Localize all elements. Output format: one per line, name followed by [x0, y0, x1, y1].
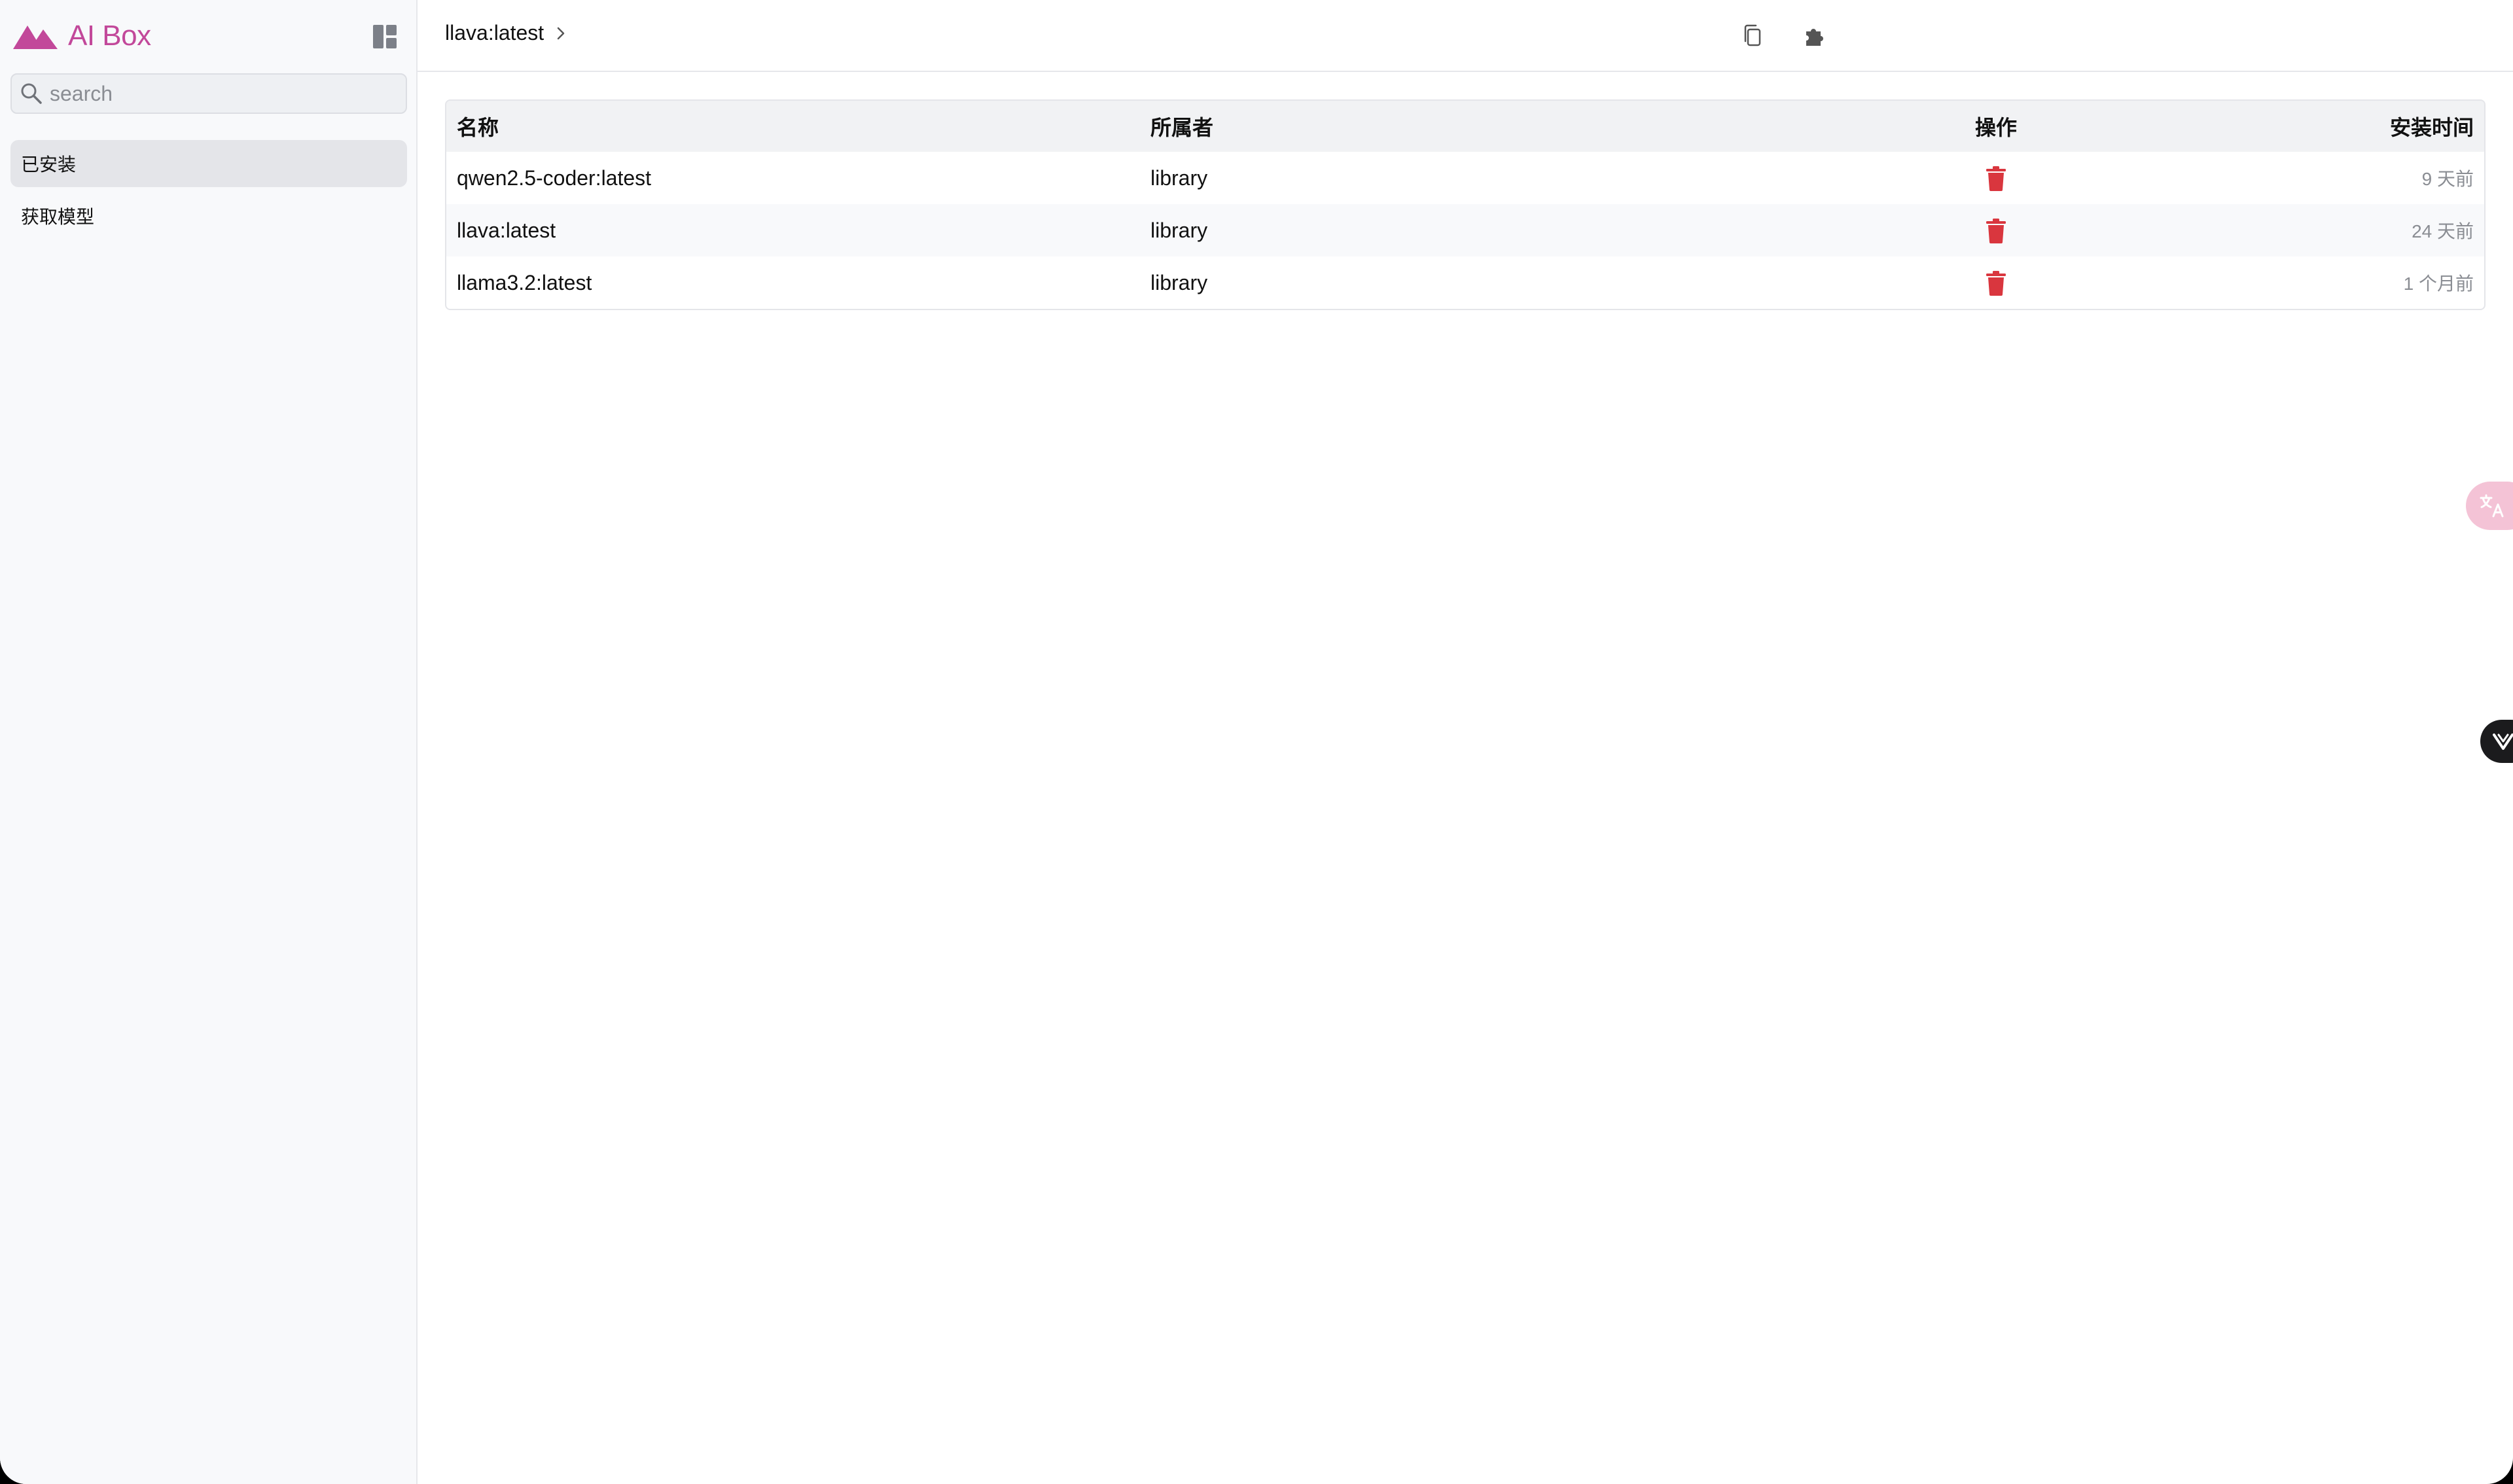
search-input[interactable] — [48, 80, 391, 107]
copy-icon[interactable] — [1739, 22, 1766, 48]
column-header-installed[interactable]: 安装时间 — [2072, 101, 2484, 152]
table-row[interactable]: qwen2.5-coder:latest library 9 天前 — [446, 152, 2484, 204]
floating-widget-button[interactable] — [2480, 720, 2513, 763]
model-name: llama3.2:latest — [457, 270, 592, 294]
install-time: 1 个月前 — [2403, 274, 2474, 294]
trash-icon[interactable] — [1986, 166, 2006, 191]
column-header-actions: 操作 — [1974, 116, 2017, 139]
model-owner: library — [1150, 270, 1208, 294]
sidebar-item-label: 已安装 — [21, 154, 77, 175]
actions-cell — [1920, 204, 2072, 256]
brand: AI Box — [13, 14, 151, 58]
translate-icon — [2480, 494, 2504, 518]
install-time: 24 天前 — [2412, 221, 2474, 241]
mountains-icon — [13, 26, 58, 49]
sidebar: AI Box 已安装 获取模型 — [0, 0, 418, 1484]
models-table: 名称 所属者 操作 安装时间 qwen2.5-coder:latest libr… — [445, 99, 2486, 310]
sidebar-item-get-models[interactable]: 获取模型 — [10, 192, 407, 239]
actions-cell — [1920, 152, 2072, 204]
topbar: llava:latest — [418, 0, 2513, 72]
table-header-row: 名称 所属者 操作 安装时间 — [446, 101, 2484, 152]
app-title: AI Box — [68, 20, 151, 52]
search-icon — [21, 83, 42, 104]
trash-icon[interactable] — [1986, 270, 2006, 296]
trash-icon[interactable] — [1986, 218, 2006, 243]
chevron-right-icon — [557, 27, 565, 39]
v-icon — [2493, 733, 2513, 750]
column-header-owner[interactable]: 所属者 — [1140, 101, 1920, 152]
breadcrumb-label: llava:latest — [445, 21, 544, 44]
translate-button[interactable] — [2466, 482, 2513, 530]
layout-panel-icon[interactable] — [372, 24, 398, 50]
model-name: qwen2.5-coder:latest — [457, 166, 652, 190]
breadcrumb[interactable]: llava:latest — [445, 21, 569, 45]
model-name: llava:latest — [457, 218, 556, 242]
search-field[interactable] — [10, 73, 407, 114]
puzzle-icon[interactable] — [1802, 22, 1828, 48]
column-header-name[interactable]: 名称 — [446, 101, 1140, 152]
app-window: AI Box 已安装 获取模型 llava:latest — [0, 0, 2513, 1484]
actions-cell — [1920, 256, 2072, 309]
sidebar-item-label: 获取模型 — [21, 207, 95, 227]
table-row[interactable]: llama3.2:latest library 1 个月前 — [446, 256, 2484, 309]
table-row[interactable]: llava:latest library 24 天前 — [446, 204, 2484, 256]
model-owner: library — [1150, 166, 1208, 190]
model-owner: library — [1150, 218, 1208, 242]
install-time: 9 天前 — [2421, 169, 2474, 189]
sidebar-item-installed[interactable]: 已安装 — [10, 140, 407, 187]
